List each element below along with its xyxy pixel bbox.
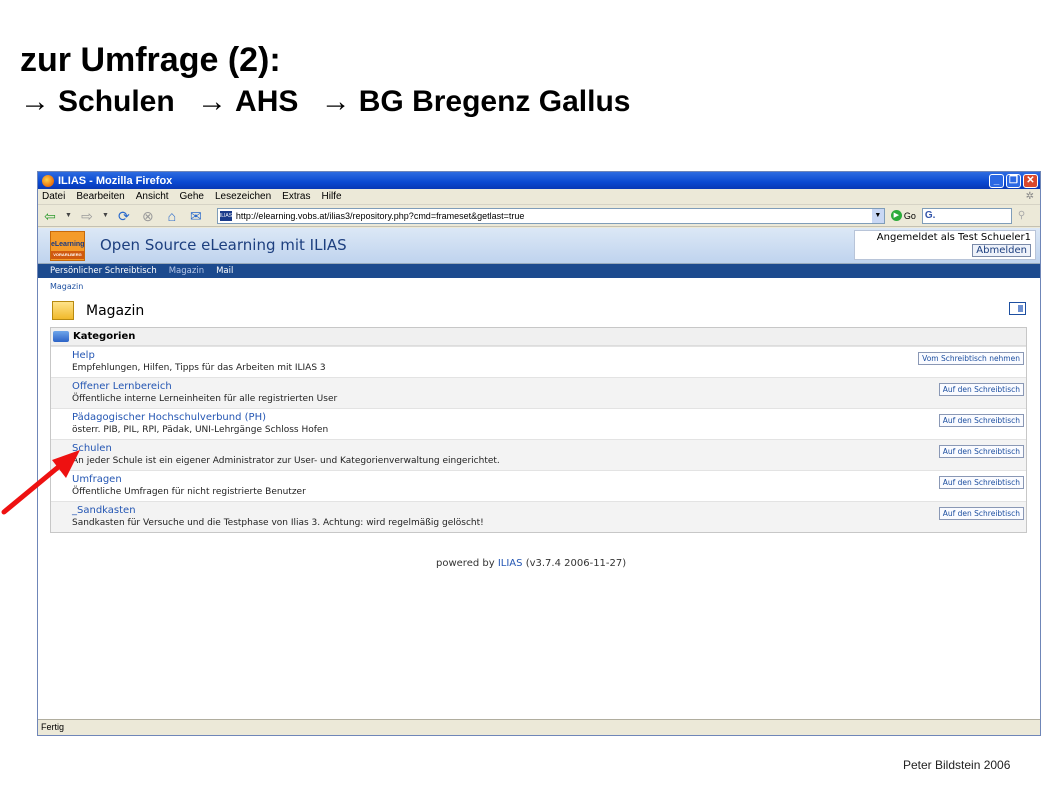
back-icon[interactable]: ⇦ xyxy=(41,208,59,224)
desktop-action-button[interactable]: Auf den Schreibtisch xyxy=(938,445,1024,458)
category-row: Help Empfehlungen, Hilfen, Tipps für das… xyxy=(51,346,1026,377)
category-row: Pädagogischer Hochschulverbund (PH) öste… xyxy=(51,408,1026,439)
category-description: An jeder Schule ist ein eigener Administ… xyxy=(72,456,500,466)
elearning-logo[interactable]: eLearning VORARLBERG xyxy=(50,231,85,261)
go-label: Go xyxy=(903,210,916,221)
login-text: Angemeldet als Test Schueler1 xyxy=(876,232,1031,243)
menu-bar: Datei Bearbeiten Ansicht Gehe Lesezeiche… xyxy=(38,189,1040,205)
category-link[interactable]: Umfragen xyxy=(72,471,1026,486)
menu-ansicht[interactable]: Ansicht xyxy=(136,191,169,202)
navigation-toolbar: ⇦ ▼ ⇨ ▼ ⟳ ⊗ ⌂ ✉ ILIAS http://elearning.v… xyxy=(38,205,1040,227)
breadcrumb[interactable]: Magazin xyxy=(50,282,83,291)
category-description: Empfehlungen, Hilfen, Tipps für das Arbe… xyxy=(72,363,326,373)
close-button[interactable]: ✕ xyxy=(1023,173,1038,188)
go-icon: ▶ xyxy=(890,210,902,221)
throbber-icon: ✲ xyxy=(1025,191,1034,202)
category-row: Umfragen Öffentliche Umfragen für nicht … xyxy=(51,470,1026,501)
status-text: Fertig xyxy=(41,722,65,732)
nav-personal-desktop[interactable]: Persönlicher Schreibtisch xyxy=(50,266,157,276)
home-icon[interactable]: ⌂ xyxy=(163,208,181,224)
tree-view-icon[interactable] xyxy=(1009,302,1026,315)
slide-navigation-path: → Schulen → AHS → BG Bregenz Gallus xyxy=(20,84,644,120)
category-description: Öffentliche Umfragen für nicht registrie… xyxy=(72,487,306,497)
page-title: Magazin xyxy=(86,302,145,319)
category-link[interactable]: Help xyxy=(72,347,1026,362)
reload-icon[interactable]: ⟳ xyxy=(115,208,133,224)
back-dropdown-icon[interactable]: ▼ xyxy=(65,212,72,219)
logout-button[interactable]: Abmelden xyxy=(972,244,1031,257)
category-description: Öffentliche interne Lerneinheiten für al… xyxy=(72,394,338,404)
login-status: Angemeldet als Test Schueler1 Abmelden xyxy=(854,230,1036,260)
slide-footer: Peter Bildstein 2006 xyxy=(903,758,1011,772)
maximize-button[interactable]: ❐ xyxy=(1006,173,1021,188)
firefox-icon xyxy=(42,174,54,187)
window-title: ILIAS - Mozilla Firefox xyxy=(58,174,173,187)
category-row: Offener Lernbereich Öffentliche interne … xyxy=(51,377,1026,408)
status-bar: Fertig xyxy=(38,719,1040,735)
nav-mail[interactable]: Mail xyxy=(216,266,233,276)
go-button[interactable]: ▶ Go xyxy=(890,210,916,221)
right-arrow-icon: → xyxy=(20,85,50,118)
desktop-action-button[interactable]: Auf den Schreibtisch xyxy=(938,507,1024,520)
forward-icon[interactable]: ⇨ xyxy=(78,208,96,224)
desktop-action-button[interactable]: Auf den Schreibtisch xyxy=(938,414,1024,427)
powered-by: powered by ILIAS (v3.7.4 2006-11-27) xyxy=(436,558,627,569)
red-pointer-arrow-icon xyxy=(1,450,80,515)
minimize-button[interactable]: _ xyxy=(989,173,1004,188)
ilias-header: eLearning VORARLBERG Open Source eLearni… xyxy=(38,228,1040,264)
menu-datei[interactable]: Datei xyxy=(42,191,65,202)
menu-bearbeiten[interactable]: Bearbeiten xyxy=(76,191,124,202)
window-titlebar: ILIAS - Mozilla Firefox _ ❐ ✕ xyxy=(38,172,1040,189)
category-link[interactable]: Offener Lernbereich xyxy=(72,378,1026,393)
category-link[interactable]: Schulen xyxy=(72,440,1026,455)
menu-gehe[interactable]: Gehe xyxy=(180,191,204,202)
web-page: eLearning VORARLBERG Open Source eLearni… xyxy=(38,228,1040,719)
categories-header: Kategorien xyxy=(51,328,1026,346)
desktop-action-button[interactable]: Auf den Schreibtisch xyxy=(938,383,1024,396)
url-text[interactable]: http://elearning.vobs.at/ilias3/reposito… xyxy=(236,211,872,221)
categories-panel: Kategorien Help Empfehlungen, Hilfen, Ti… xyxy=(50,327,1027,533)
desktop-action-button[interactable]: Vom Schreibtisch nehmen xyxy=(918,352,1024,365)
category-link[interactable]: Pädagogischer Hochschulverbund (PH) xyxy=(72,409,1026,424)
category-link[interactable]: _Sandkasten xyxy=(72,502,1026,517)
menu-extras[interactable]: Extras xyxy=(282,191,310,202)
search-input[interactable]: G. xyxy=(921,207,1012,224)
page-heading: Magazin xyxy=(52,301,144,320)
address-bar[interactable]: ILIAS http://elearning.vobs.at/ilias3/re… xyxy=(216,207,885,224)
desktop-action-button[interactable]: Auf den Schreibtisch xyxy=(938,476,1024,489)
ilias-favicon-icon: ILIAS xyxy=(219,210,233,221)
browser-window: ILIAS - Mozilla Firefox _ ❐ ✕ Datei Bear… xyxy=(37,171,1041,736)
main-navigation: Persönlicher Schreibtisch Magazin Mail xyxy=(38,264,1040,278)
slide-title: zur Umfrage (2): xyxy=(20,41,281,79)
nav-magazin[interactable]: Magazin xyxy=(169,266,204,276)
folder-icon xyxy=(53,331,69,342)
site-title: Open Source eLearning mit ILIAS xyxy=(100,236,347,254)
category-description: Sandkasten für Versuche und die Testphas… xyxy=(72,518,484,528)
category-row: _Sandkasten Sandkasten für Versuche und … xyxy=(51,501,1026,532)
path-step-schulen: Schulen xyxy=(58,85,175,118)
right-arrow-icon: → xyxy=(197,85,228,118)
right-arrow-icon: → xyxy=(320,85,351,118)
menu-lesezeichen[interactable]: Lesezeichen xyxy=(215,191,271,202)
mail-icon[interactable]: ✉ xyxy=(187,208,205,224)
category-row: Schulen An jeder Schule ist ein eigener … xyxy=(51,439,1026,470)
path-step-ahs: AHS xyxy=(235,85,299,118)
stop-icon[interactable]: ⊗ xyxy=(139,208,157,224)
repository-box-icon xyxy=(52,301,74,320)
ilias-link[interactable]: ILIAS xyxy=(498,558,523,569)
search-icon[interactable]: ⚲ xyxy=(1018,210,1025,221)
url-dropdown-icon[interactable]: ▼ xyxy=(871,208,884,223)
categories-title: Kategorien xyxy=(73,331,136,342)
forward-dropdown-icon[interactable]: ▼ xyxy=(102,212,109,219)
menu-hilfe[interactable]: Hilfe xyxy=(322,191,342,202)
category-description: österr. PIB, PIL, RPI, Pädak, UNI-Lehrgä… xyxy=(72,425,329,435)
path-step-school: BG Bregenz Gallus xyxy=(358,85,631,118)
